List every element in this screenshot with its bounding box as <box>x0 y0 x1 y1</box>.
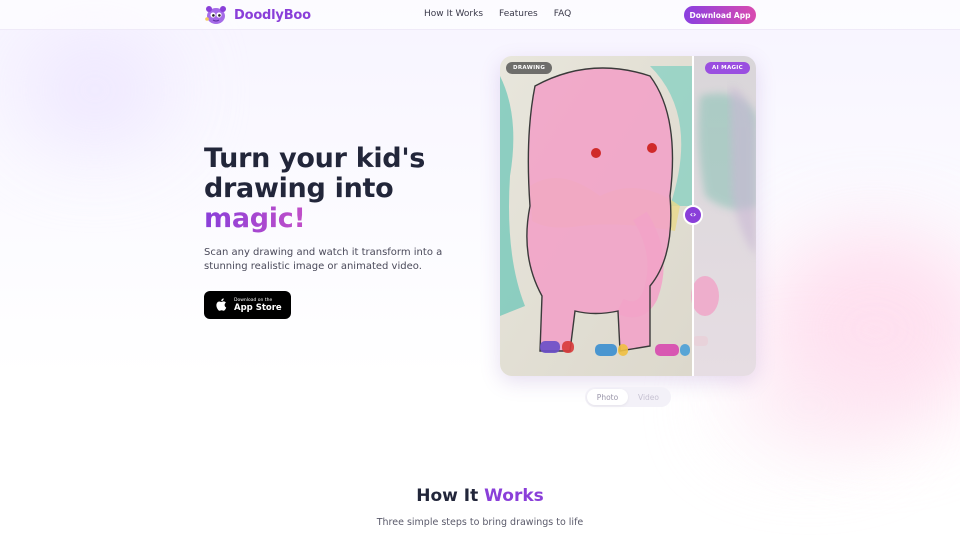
app-store-big-label: App Store <box>234 302 282 313</box>
apple-icon <box>216 296 227 315</box>
hero-title-line-2: drawing into <box>204 173 394 204</box>
page-background <box>0 0 960 540</box>
how-it-works-title-plain: How It <box>416 486 479 506</box>
download-app-button[interactable]: Download App <box>684 6 756 24</box>
brand-name: DoodlyBoo <box>234 7 311 23</box>
comparison-image <box>500 56 756 376</box>
chevron-left-right-icon: ‹› <box>689 210 697 219</box>
before-after-comparison[interactable]: DRAWING AI MAGIC ‹› <box>500 56 756 376</box>
nav-link-features[interactable]: Features <box>499 9 538 19</box>
drawing-badge: DRAWING <box>506 62 553 74</box>
media-type-toggle: Photo Video <box>585 387 671 407</box>
hero-subtitle: Scan any drawing and watch it transform … <box>204 247 443 272</box>
nav-links: How It Works Features FAQ <box>424 9 571 19</box>
mascot-logo-icon <box>204 5 228 25</box>
decorative-blob <box>20 30 170 150</box>
toggle-photo[interactable]: Photo <box>587 389 628 405</box>
slider-handle[interactable]: ‹› <box>683 205 703 225</box>
nav-link-how-it-works[interactable]: How It Works <box>424 9 483 19</box>
hero-title: Turn your kid's drawing into magic! <box>204 144 464 234</box>
how-it-works-subtitle: Three simple steps to bring drawings to … <box>376 517 584 528</box>
how-it-works-title-accent: Works <box>484 486 544 506</box>
app-store-button[interactable]: Download on the App Store <box>204 291 291 319</box>
toggle-video[interactable]: Video <box>628 389 669 405</box>
top-navbar: DoodlyBoo How It Works Features FAQ Down… <box>0 0 960 30</box>
hero-title-line-1: Turn your kid's <box>204 143 426 174</box>
ai-magic-badge: AI MAGIC <box>705 62 750 74</box>
nav-link-faq[interactable]: FAQ <box>554 9 571 19</box>
brand-logo-link[interactable]: DoodlyBoo <box>204 5 311 25</box>
hero-title-accent: magic! <box>204 203 306 234</box>
how-it-works-title: How It Works <box>0 486 960 506</box>
app-store-text: Download on the App Store <box>234 298 282 313</box>
